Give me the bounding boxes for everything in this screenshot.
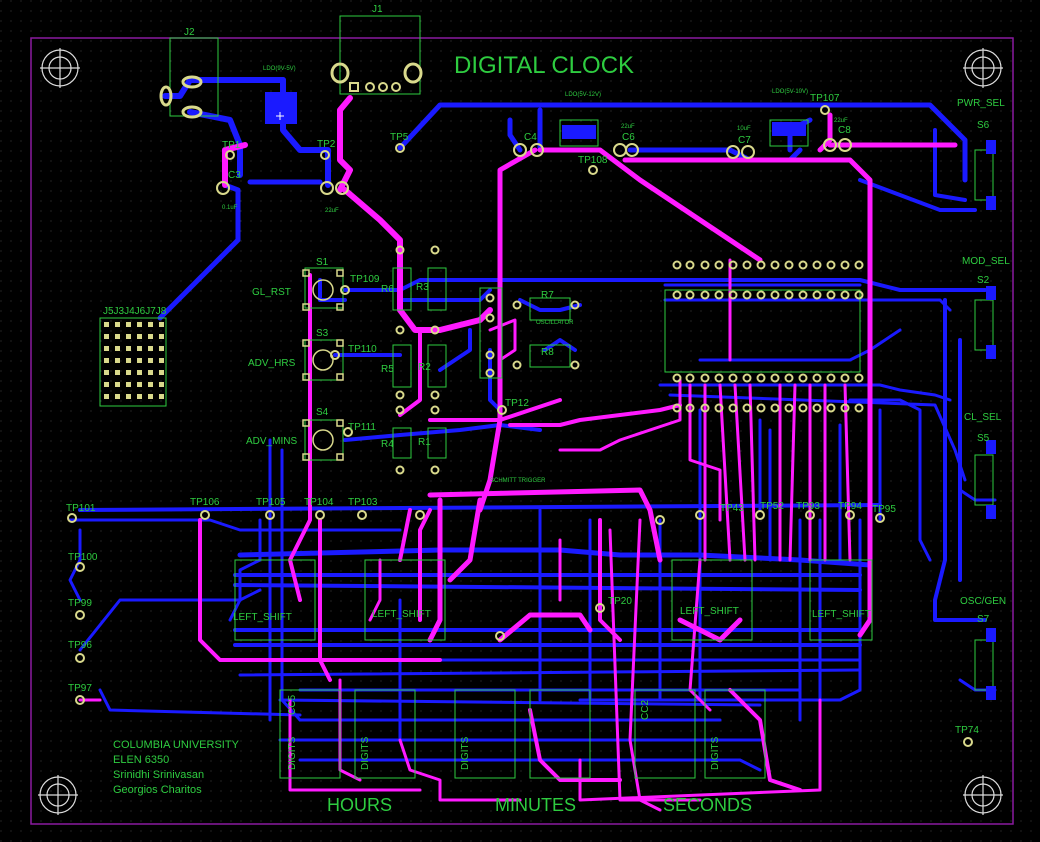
shift-label-4: LEFT_SHIFT <box>812 609 871 620</box>
resistor-r7-label: R7 <box>541 290 554 301</box>
seconds-label: SECONDS <box>663 795 752 815</box>
tp2-label: TP2 <box>317 139 336 150</box>
switch-s6-ref: S6 <box>977 120 990 131</box>
tp110-label: TP110 <box>348 344 377 355</box>
tp97-label: TP97 <box>68 683 92 694</box>
connector-j1-label: J1 <box>372 4 383 15</box>
resistor-r4-label: R4 <box>381 439 394 450</box>
seg-label-1: CC5 <box>287 695 298 715</box>
switch-s1-label: GL_RST <box>252 287 291 298</box>
tp107-label: TP107 <box>810 93 840 104</box>
tp93-label: TP93 <box>796 501 820 512</box>
capacitor-c7-label: C7 <box>738 135 751 146</box>
capacitor-c3-label: C3 <box>228 170 241 181</box>
header-label: J5J3J4J6J7J8 <box>103 306 167 317</box>
switch-s3-label: ADV_HRS <box>248 358 296 369</box>
switch-s3-ref: S3 <box>316 328 329 339</box>
resistor-r3-label: R3 <box>416 282 429 293</box>
tp52-label: TP52 <box>760 501 784 512</box>
tp106-label: TP106 <box>190 497 220 508</box>
regulator-u3-label: LDO(5V-10V) <box>772 89 808 95</box>
schmitt-trigger-label: SCHMITT TRIGGER <box>490 478 546 484</box>
resistor-r8-label: R8 <box>541 347 554 358</box>
seg-label-2: DIGITS <box>287 736 298 770</box>
tp94-label: TP94 <box>838 501 862 512</box>
credit-line-1: COLUMBIA UNIVERSITY <box>113 739 240 751</box>
capacitor-c6-label: C6 <box>622 132 635 143</box>
shift-label-3: LEFT_SHIFT <box>680 606 739 617</box>
credit-line-3: Srinidhi Srinivasan <box>113 769 204 781</box>
tp105-label: TP105 <box>256 497 286 508</box>
regulator-u1-label: LDO(9V-5V) <box>263 66 296 72</box>
switch-s6-label: PWR_SEL <box>957 98 1005 109</box>
seg-label-3: DIGITS <box>360 736 371 770</box>
switch-s4-ref: S4 <box>316 407 329 418</box>
pcb-layout: DIGITAL CLOCK J1 J2 J5J3J4J6J7J8 LDO(9V-… <box>0 0 1040 842</box>
switch-s5-ref: S5 <box>977 433 990 444</box>
cap-value-4: 10uF <box>737 126 751 132</box>
switch-s7-label: OSC/GEN <box>960 596 1006 607</box>
tp1-label: TP1 <box>222 140 241 151</box>
capacitor-c4-label: C4 <box>524 132 537 143</box>
seg-label-6: DIGITS <box>710 736 721 770</box>
tp109-label: TP109 <box>350 274 380 285</box>
resistor-r6-label: R6 <box>381 284 394 295</box>
tp100-label: TP100 <box>68 552 98 563</box>
tp108-label: TP108 <box>578 155 608 166</box>
regulator-u2-label: LDO(5V-12V) <box>565 92 601 98</box>
resistor-r2-label: R2 <box>418 362 431 373</box>
tp104-label: TP104 <box>304 497 334 508</box>
switch-s4-label: ADV_MINS <box>246 436 297 447</box>
connector-j2-label: J2 <box>184 27 195 38</box>
tp99-label: TP99 <box>68 598 92 609</box>
tp43-label: TP43 <box>720 503 744 514</box>
tp5-label: TP5 <box>390 132 409 143</box>
cap-value-3: 22uF <box>621 124 635 130</box>
tp20-label: TP20 <box>608 596 632 607</box>
tp103-label: TP103 <box>348 497 378 508</box>
credit-line-2: ELEN 6350 <box>113 754 169 766</box>
oscillator-label: OSCILLATOR <box>536 320 574 326</box>
credit-line-4: Georgios Charitos <box>113 784 202 796</box>
tp12-label: TP12 <box>505 398 529 409</box>
switch-s2-ref: S2 <box>977 275 990 286</box>
seg-label-4: DIGITS <box>460 736 471 770</box>
switch-s7-ref: S7 <box>977 614 990 625</box>
tp96-label: TP96 <box>68 640 92 651</box>
tp111-label: TP111 <box>348 422 376 433</box>
resistor-r5-label: R5 <box>381 364 394 375</box>
resistor-r1-label: R1 <box>418 437 431 448</box>
cap-value-2: 22uF <box>325 208 339 214</box>
shift-label-2: LEFT_SHIFT <box>372 609 431 620</box>
capacitor-c8-label: C8 <box>838 125 851 136</box>
minutes-label: MINUTES <box>495 795 576 815</box>
hours-label: HOURS <box>327 795 392 815</box>
tp101-label: TP101 <box>66 503 96 514</box>
board-title: DIGITAL CLOCK <box>454 52 634 79</box>
switch-s1-ref: S1 <box>316 257 329 268</box>
switch-s2-label: MOD_SEL <box>962 256 1010 267</box>
seg-label-5: CC2 <box>640 700 651 720</box>
shift-label-1: LEFT_SHIFT <box>233 612 292 623</box>
cap-value-1: 0.1uF <box>222 205 238 211</box>
switch-s5-label: CL_SEL <box>964 412 1002 423</box>
tp95-label: TP95 <box>872 504 896 515</box>
tp74-label: TP74 <box>955 725 979 736</box>
cap-value-5: 22uF <box>834 118 848 124</box>
